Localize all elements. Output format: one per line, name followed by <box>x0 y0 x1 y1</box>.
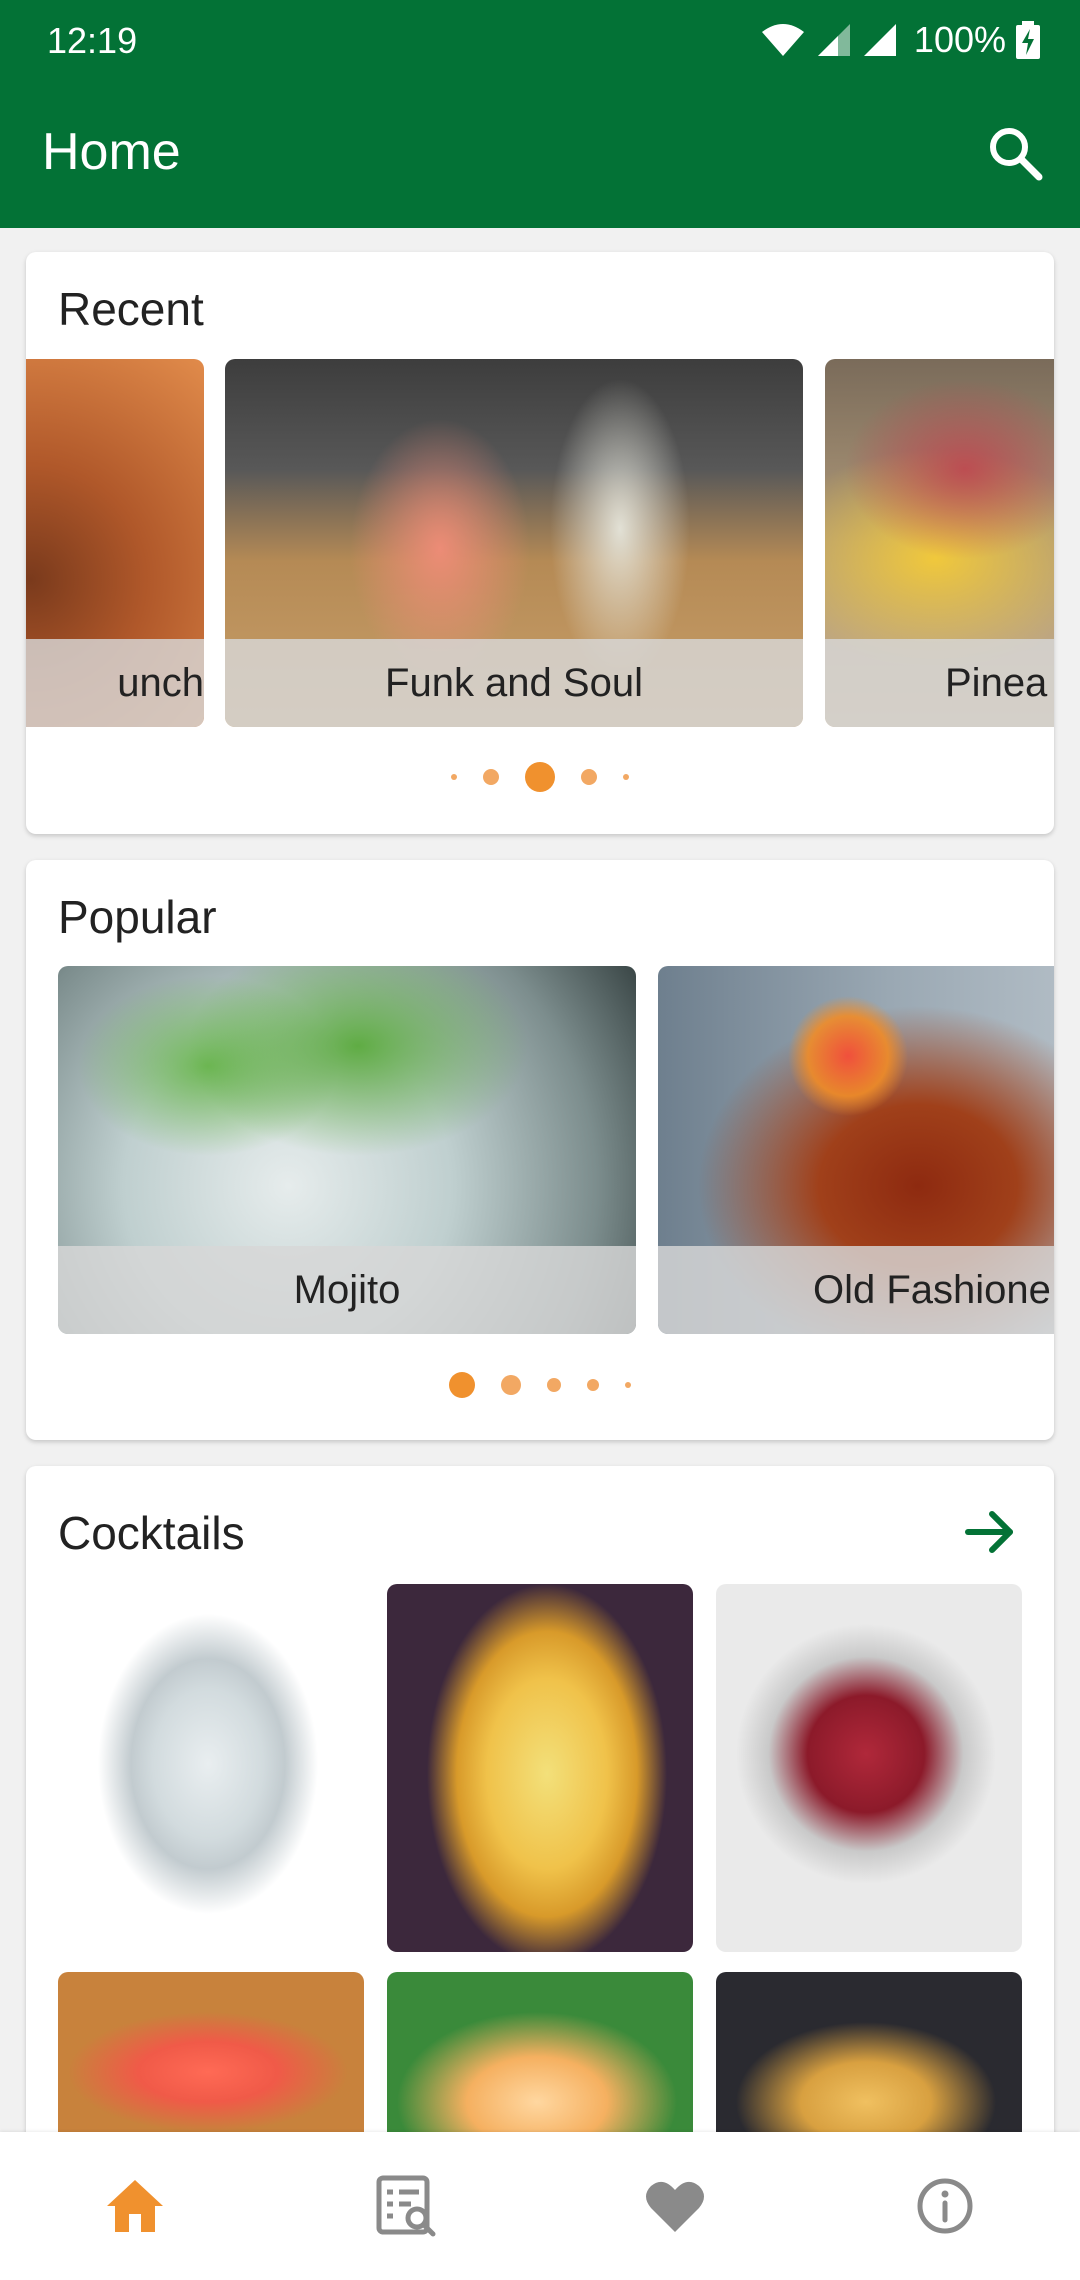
page-dot <box>587 1379 599 1391</box>
status-time: 12:19 <box>47 20 138 61</box>
signal-icon <box>817 24 850 56</box>
home-icon <box>107 2180 163 2232</box>
page-dot <box>547 1378 561 1392</box>
recent-page-indicator <box>26 762 1054 792</box>
recent-slide-label: Funk and Soul <box>225 639 803 727</box>
status-bar: 12:19 100% <box>0 0 1080 80</box>
status-icons: 100% <box>760 18 1040 62</box>
page-title: Home <box>42 123 181 181</box>
recent-title: Recent <box>58 283 204 335</box>
page-dot <box>623 774 629 780</box>
page-dot <box>625 1382 631 1388</box>
page-dot-active <box>525 762 555 792</box>
nav-favorites[interactable] <box>615 2146 735 2266</box>
popular-slide[interactable]: Mojito <box>58 966 636 1334</box>
recent-card: Recent unch Funk and Soul Pinea <box>26 252 1054 834</box>
signal-icon-2 <box>863 24 896 56</box>
recent-carousel[interactable]: unch Funk and Soul Pinea <box>26 359 1054 727</box>
page-dot <box>483 769 499 785</box>
cocktail-tile[interactable] <box>58 1584 364 1952</box>
recent-slide-label: unch <box>26 639 204 727</box>
see-all-cocktails-button[interactable] <box>958 1500 1022 1564</box>
cocktails-card: Cocktails <box>26 1466 1054 2166</box>
cocktail-image <box>716 1584 1022 1952</box>
heart-icon <box>646 2181 704 2232</box>
popular-slide[interactable]: Old Fashione <box>658 966 1054 1334</box>
search-icon <box>990 128 1043 181</box>
recent-slide[interactable]: unch <box>26 359 204 727</box>
nav-browse[interactable] <box>345 2146 465 2266</box>
recent-slide-label: Pinea <box>825 639 1054 727</box>
app-bar: Home <box>0 80 1080 228</box>
popular-card: Popular Mojito Old Fashione <box>26 860 1054 1440</box>
cocktail-image <box>58 1584 364 1952</box>
recent-slide[interactable]: Funk and Soul <box>225 359 803 727</box>
recent-slide[interactable]: Pinea <box>825 359 1054 727</box>
popular-slide-label: Old Fashione <box>658 1246 1054 1334</box>
search-list-icon <box>376 2175 436 2237</box>
popular-slide-label: Mojito <box>58 1246 636 1334</box>
cocktail-tile[interactable] <box>387 1584 693 1952</box>
battery-percent: 100% <box>913 19 1006 60</box>
battery-charging-icon <box>1016 21 1040 59</box>
nav-info[interactable] <box>885 2146 1005 2266</box>
page-dot <box>581 769 597 785</box>
cocktail-tile[interactable] <box>716 1584 1022 1952</box>
nav-home[interactable] <box>75 2146 195 2266</box>
popular-page-indicator <box>26 1372 1054 1398</box>
bottom-navigation <box>0 2132 1080 2280</box>
popular-carousel[interactable]: Mojito Old Fashione <box>26 966 1054 1334</box>
wifi-icon <box>761 24 804 56</box>
arrow-right-icon <box>965 1511 1013 1553</box>
popular-title: Popular <box>58 891 217 943</box>
search-button[interactable] <box>980 118 1050 188</box>
cocktails-title: Cocktails <box>58 1507 245 1559</box>
info-icon <box>917 2178 973 2234</box>
cocktail-image <box>387 1584 693 1952</box>
page-dot-active <box>449 1372 475 1398</box>
page-dot <box>451 774 457 780</box>
page-dot <box>501 1375 521 1395</box>
